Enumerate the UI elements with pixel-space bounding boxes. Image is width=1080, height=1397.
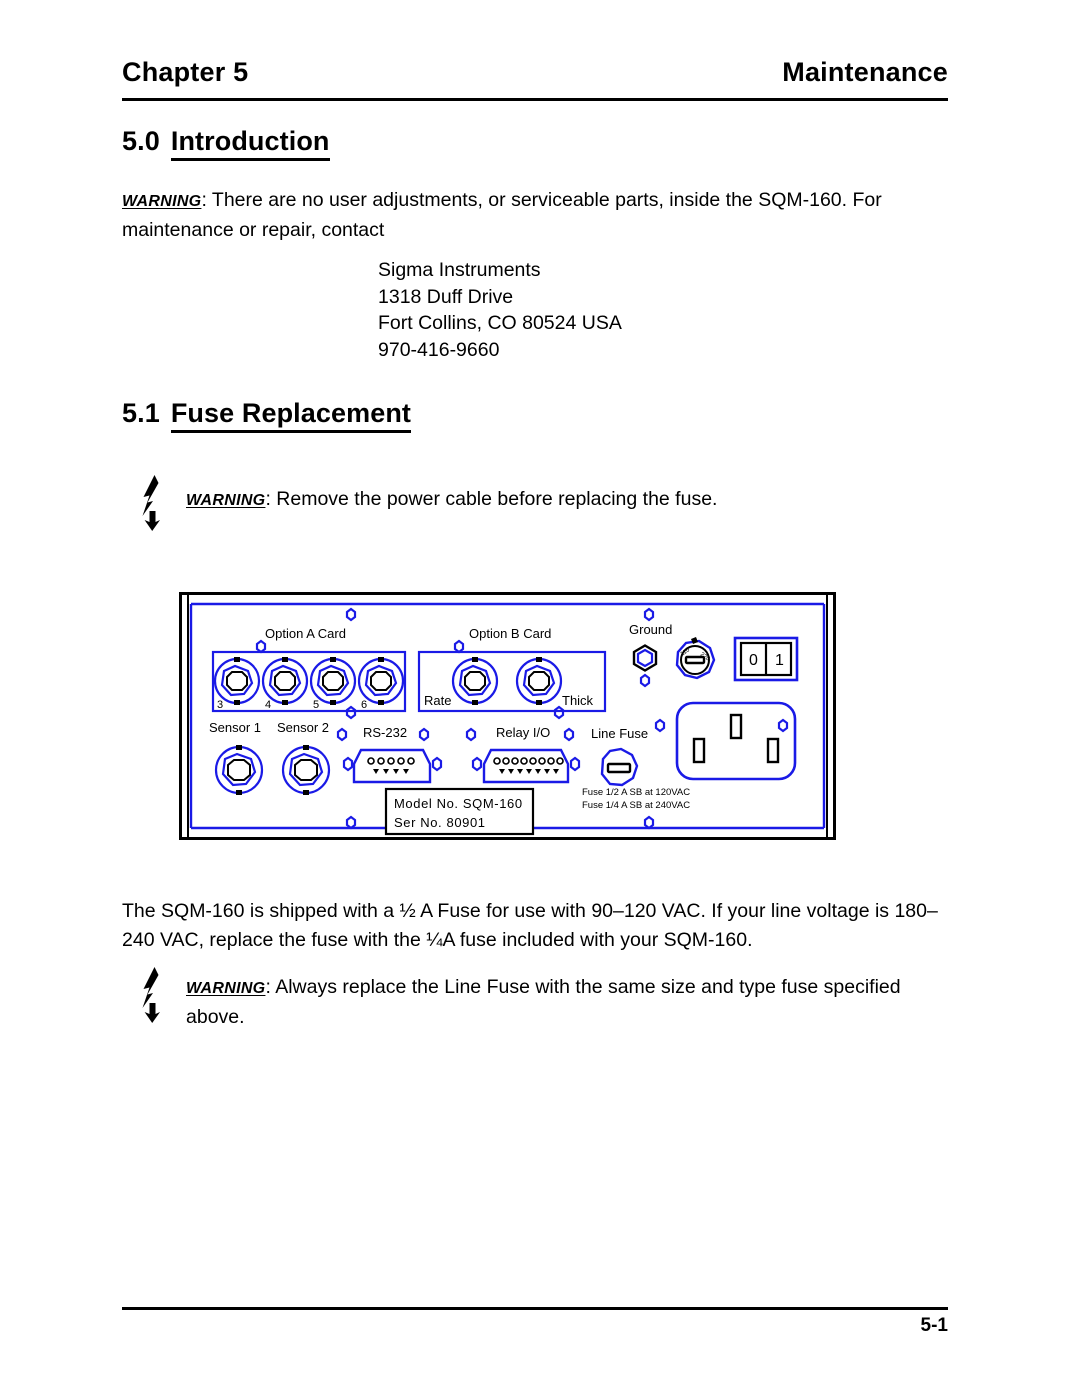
running-head: Chapter 5 Maintenance <box>122 57 948 88</box>
page-number: 5-1 <box>920 1315 948 1336</box>
option-a-connectors: 3 4 5 6 <box>213 657 405 711</box>
option-b-card-label: Option B Card <box>469 626 551 641</box>
topic-label: Maintenance <box>782 57 948 87</box>
manual-page: Chapter 5 Maintenance 5.0 Introduction WA… <box>0 0 1080 1397</box>
warning-text-container: WARNING: Remove the power cable before r… <box>186 479 717 515</box>
chapter-label: Chapter 5 <box>122 57 249 87</box>
line-fuse-holder <box>600 747 639 787</box>
svg-text:5: 5 <box>313 699 319 711</box>
sensor-1-label: Sensor 1 <box>209 720 261 735</box>
footer-divider <box>122 1307 948 1310</box>
rs-232-label: RS-232 <box>363 725 407 740</box>
power-switch-on-label: 1 <box>775 652 784 669</box>
svg-text:3: 3 <box>217 699 223 711</box>
option-b-connectors: Rate Thick <box>424 657 594 708</box>
section-title: Introduction <box>170 126 330 161</box>
warning-message: : Always replace the Line Fuse with the … <box>186 976 901 1028</box>
sensor-2-connector <box>281 745 331 795</box>
nameplate-serial-line: Ser No. 80901 <box>394 815 486 830</box>
relay-io-connector <box>471 748 581 784</box>
relay-io-label: Relay I/O <box>496 725 550 740</box>
warning-text-container: WARNING: Always replace the Line Fuse wi… <box>186 971 940 1032</box>
warning-block-remove-power-cable: WARNING: Remove the power cable before r… <box>140 475 940 531</box>
intro-paragraph-text: : There are no user adjustments, or serv… <box>122 189 882 241</box>
nameplate-model-line: Model No. SQM-160 <box>394 796 523 811</box>
power-switch-off-label: 0 <box>749 652 758 669</box>
warning-keyword: WARNING <box>186 492 266 509</box>
section-heading-5-1: 5.1 Fuse Replacement <box>122 398 412 433</box>
rate-label: Rate <box>424 693 451 708</box>
warning-block-replace-line-fuse: WARNING: Always replace the Line Fuse wi… <box>140 967 940 1032</box>
ground-label: Ground <box>629 622 672 637</box>
section-heading-5-0: 5.0 Introduction <box>122 126 330 161</box>
address-line-phone: 970-416-9660 <box>378 338 500 361</box>
svg-text:4: 4 <box>265 699 271 711</box>
lightning-bolt-icon <box>142 967 160 1023</box>
contact-address-block: Sigma Instruments 1318 Duff Drive Fort C… <box>378 257 622 363</box>
section-number: 5.0 <box>122 126 160 156</box>
nameplate: Model No. SQM-160 Ser No. 80901 <box>384 787 535 836</box>
address-line-company: Sigma Instruments <box>378 259 541 281</box>
intro-paragraph: WARNING: There are no user adjustments, … <box>122 186 962 245</box>
rear-panel-illustration: Option A Card 3 4 5 6 Option B Card Rate… <box>179 592 836 840</box>
warning-message: : Remove the power cable before replacin… <box>265 488 718 510</box>
warning-keyword: WARNING <box>186 980 266 997</box>
power-switch: 0 1 <box>733 636 799 682</box>
header-divider <box>122 98 948 101</box>
address-line-street: 1318 Duff Drive <box>378 285 514 308</box>
address-line-city-state-zip: Fort Collins, CO 80524 USA <box>378 312 622 334</box>
svg-text:6: 6 <box>361 699 367 711</box>
fuse-rating-240v: Fuse 1/4 A SB at 240VAC <box>582 800 690 811</box>
sensor-1-connector <box>214 745 264 795</box>
option-a-card-label: Option A Card <box>265 626 346 641</box>
lightning-bolt-icon <box>142 475 160 531</box>
sensor-2-label: Sensor 2 <box>277 720 329 735</box>
warning-keyword: WARNING <box>122 193 202 210</box>
thick-label: Thick <box>562 693 594 708</box>
rs-232-connector <box>342 748 443 784</box>
fuse-rating-120v: Fuse 1/2 A SB at 120VAC <box>582 787 690 798</box>
power-inlet-socket <box>675 701 797 781</box>
section-title: Fuse Replacement <box>170 398 412 433</box>
line-fuse-label: Line Fuse <box>591 726 648 741</box>
section-number: 5.1 <box>122 398 160 428</box>
rear-panel-diagram: Option A Card 3 4 5 6 Option B Card Rate… <box>179 592 836 840</box>
fuse-replacement-paragraph: The SQM-160 is shipped with a ½ A Fuse f… <box>122 900 938 951</box>
voltage-selector-switch: 110 220 <box>675 637 716 680</box>
ground-stud <box>632 644 658 672</box>
